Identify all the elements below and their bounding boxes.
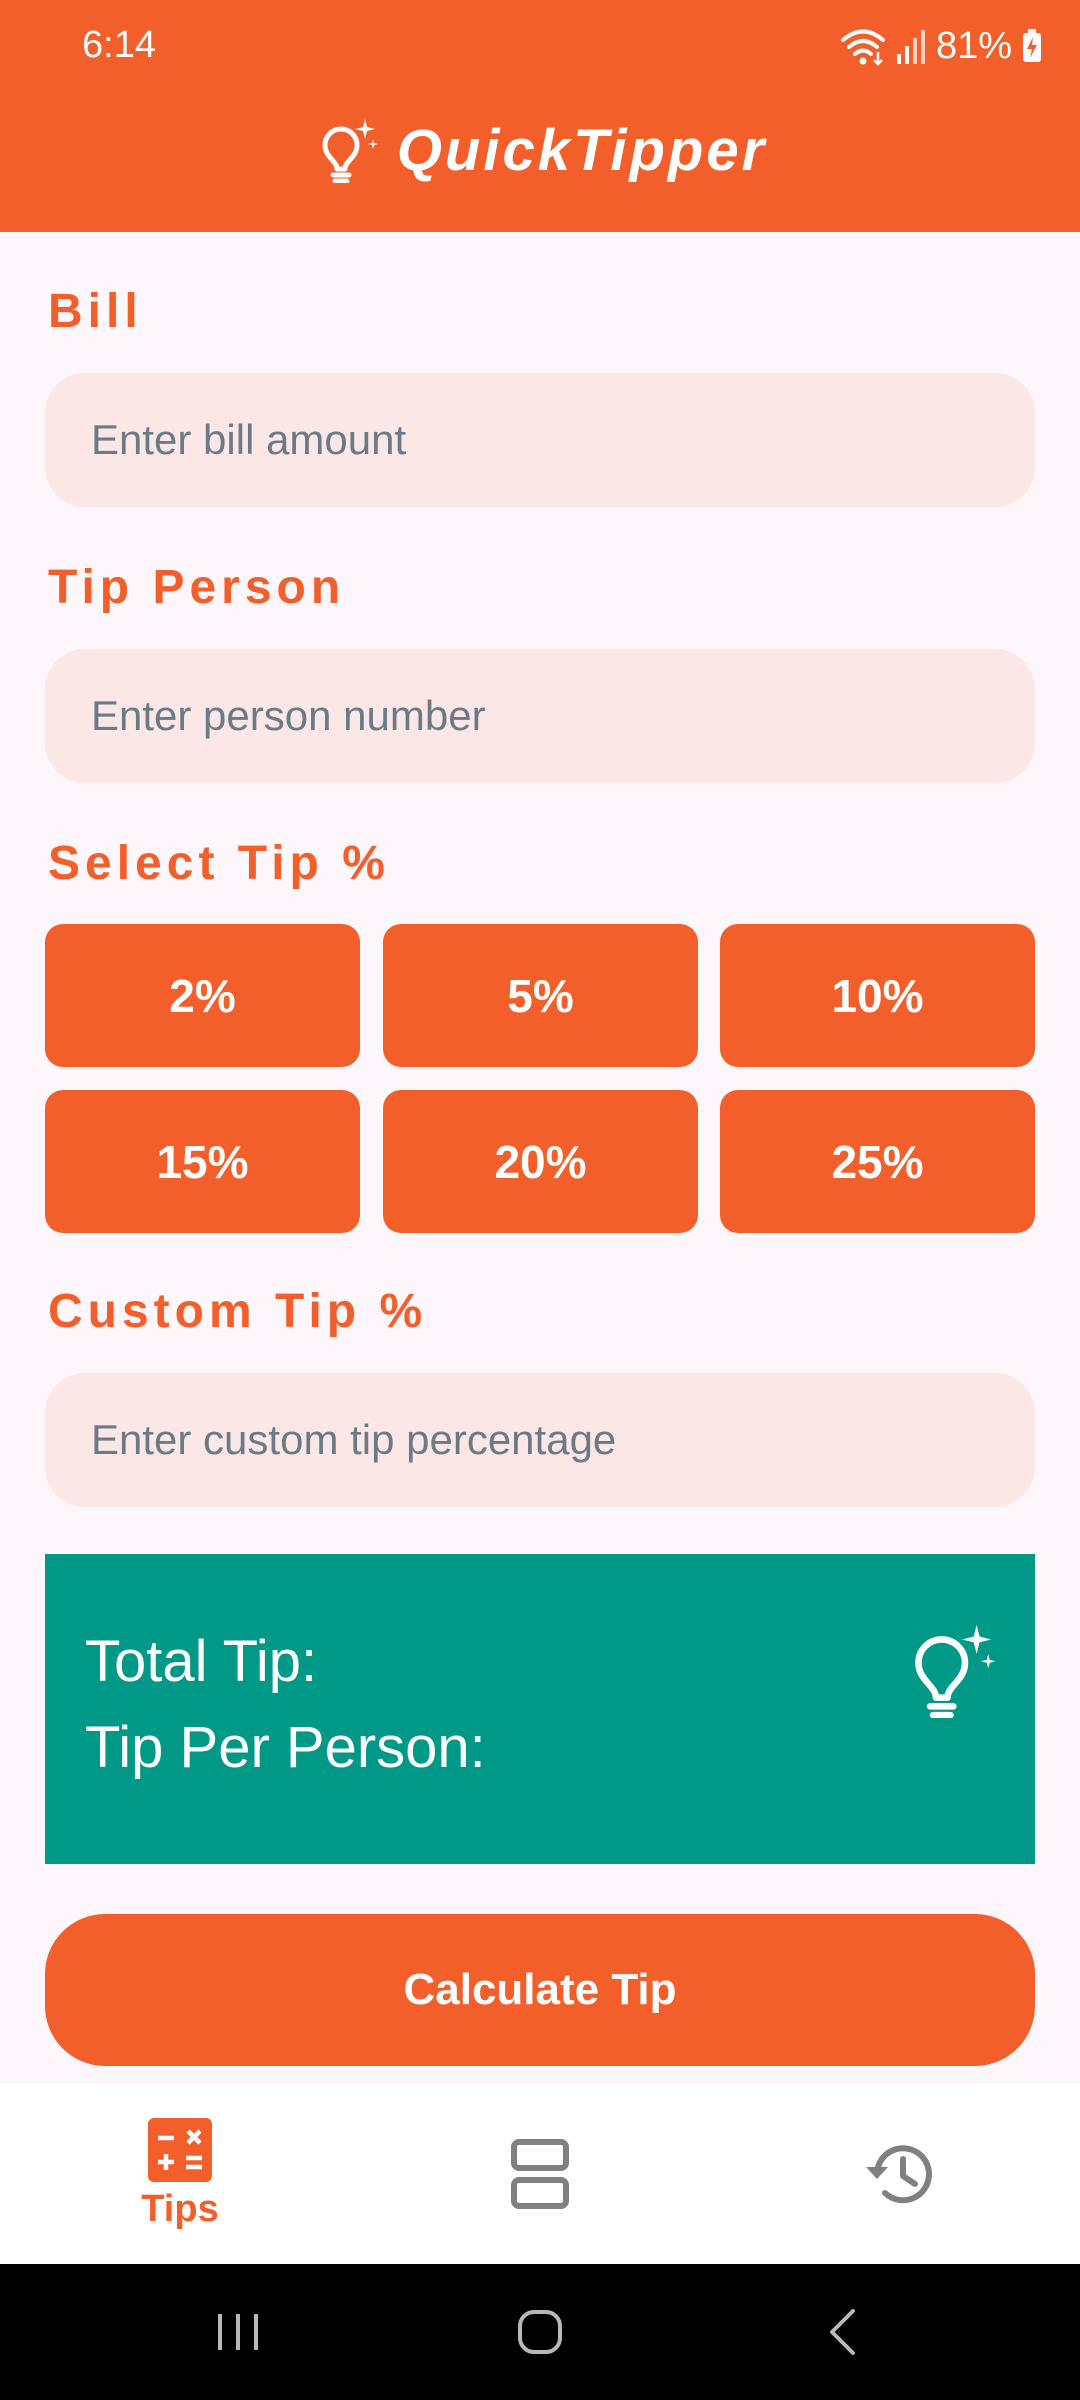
layout-icon <box>511 2139 569 2209</box>
tip-person-label: Tip Person <box>48 561 346 614</box>
tip-option-15-button[interactable]: 15% <box>45 1090 360 1233</box>
home-button[interactable] <box>480 2264 600 2400</box>
status-indicators: 81% <box>840 20 1042 72</box>
status-time: 6:14 <box>82 24 156 66</box>
bill-label: Bill <box>48 285 143 338</box>
nav-item-tips[interactable]: Tips <box>120 2084 240 2264</box>
lightbulb-sparkle-icon <box>322 119 378 183</box>
tip-option-25-button[interactable]: 25% <box>720 1090 1035 1233</box>
total-tip-label: Total Tip: <box>85 1629 318 1694</box>
nav-item-history[interactable] <box>840 2084 960 2264</box>
nav-item-layout[interactable] <box>480 2084 600 2264</box>
recent-apps-button[interactable] <box>178 2264 298 2400</box>
lightbulb-sparkle-icon <box>915 1624 996 1718</box>
tip-option-20-button[interactable]: 20% <box>383 1090 698 1233</box>
main-content: Bill Enter bill amount Tip Person Enter … <box>0 232 1080 2084</box>
person-input[interactable]: Enter person number <box>45 649 1035 783</box>
app-header: 6:14 81% QuickTipper <box>0 0 1080 232</box>
signal-icon <box>896 30 925 64</box>
wifi-icon <box>840 29 885 66</box>
app-title: QuickTipper <box>396 117 768 183</box>
back-button[interactable] <box>782 2264 902 2400</box>
system-navigation-bar <box>0 2264 1080 2400</box>
nav-label-tips: Tips <box>141 2187 219 2230</box>
select-tip-label: Select Tip % <box>48 837 390 890</box>
recent-apps-icon <box>218 2314 258 2350</box>
home-icon <box>518 2310 562 2354</box>
tip-per-person-label: Tip Per Person: <box>85 1715 486 1780</box>
tip-option-10-button[interactable]: 10% <box>720 924 1035 1067</box>
bill-input[interactable]: Enter bill amount <box>45 373 1035 507</box>
custom-tip-label: Custom Tip % <box>48 1285 428 1338</box>
battery-percent: 81% <box>935 24 1012 67</box>
calculator-icon <box>148 2117 212 2182</box>
custom-tip-input[interactable]: Enter custom tip percentage <box>45 1373 1035 1507</box>
tip-option-2-button[interactable]: 2% <box>45 924 360 1067</box>
battery-icon <box>1023 29 1041 62</box>
tip-option-5-button[interactable]: 5% <box>383 924 698 1067</box>
back-icon <box>830 2309 855 2355</box>
app-title-bar: QuickTipper <box>0 110 1080 190</box>
calculate-tip-button[interactable]: Calculate Tip <box>45 1914 1035 2066</box>
bottom-navigation: Tips <box>0 2084 1080 2264</box>
result-card: Total Tip: Tip Per Person: <box>45 1554 1035 1864</box>
history-icon <box>866 2145 932 2204</box>
